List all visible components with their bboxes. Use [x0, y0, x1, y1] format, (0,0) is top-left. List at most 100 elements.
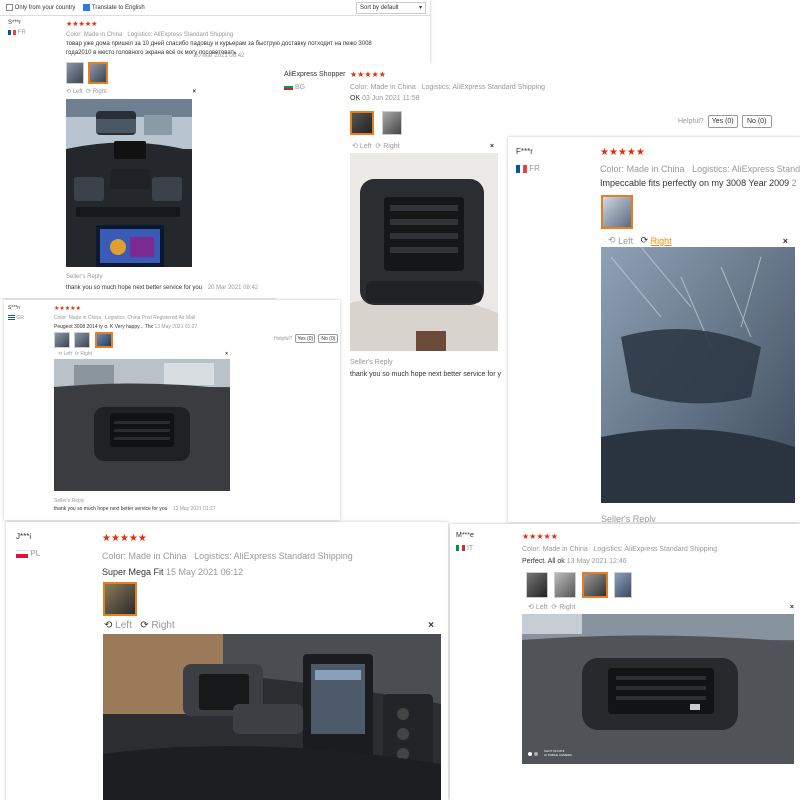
- close-icon[interactable]: ×: [428, 620, 434, 631]
- close-icon[interactable]: ×: [490, 143, 494, 150]
- color-value: Made in China: [626, 163, 685, 174]
- filter-bar: Only from your country Translate to Engl…: [0, 0, 430, 16]
- rotate-right-button[interactable]: Right: [80, 351, 92, 357]
- review-thumbnail-selected[interactable]: [88, 62, 109, 84]
- review-date: 13 May 2021 01:27: [154, 323, 198, 330]
- helpful-yes-button[interactable]: Yes (0): [295, 334, 316, 343]
- helpful-label: Helpful?: [678, 118, 704, 125]
- review-photo-car-console: [103, 634, 441, 800]
- rotate-right-icon[interactable]: ⟳: [140, 620, 148, 631]
- review-thumbnail[interactable]: [554, 572, 576, 598]
- logistics-label: Logistics:: [692, 163, 730, 174]
- seller-reply-text: thank you so much hope next better servi…: [350, 371, 501, 378]
- checkbox-icon: [6, 3, 13, 11]
- rating-stars: ★★★★★: [102, 533, 147, 544]
- seller-reply-text: thank you so much hope next better servi…: [54, 506, 168, 512]
- rotate-right-button[interactable]: Right: [651, 236, 672, 246]
- review-thumbnail[interactable]: [74, 332, 91, 348]
- review-thumbnail-selected[interactable]: [601, 195, 633, 229]
- review-thumbnail-selected[interactable]: [103, 582, 137, 616]
- flag-gr-icon: [8, 315, 15, 321]
- review-text: Super Mega Fit: [102, 567, 164, 578]
- reviewer-country: GR: [16, 315, 24, 321]
- reviewer-country: FR: [529, 164, 540, 173]
- color-label: Color:: [66, 31, 83, 38]
- rotate-left-button[interactable]: Left: [73, 89, 83, 95]
- review-thumbnail[interactable]: [54, 332, 70, 348]
- reviewer-name: S***r: [8, 20, 22, 26]
- flag-fr-icon: [516, 164, 527, 173]
- photo-viewer-toolbar: ⟲ Left ⟳ Right ×: [66, 88, 196, 96]
- logistics-value: AliExpress Standard Shipping: [233, 551, 353, 561]
- rotate-right-icon[interactable]: ⟳: [375, 142, 381, 150]
- rotate-left-button[interactable]: Left: [64, 351, 72, 357]
- close-icon[interactable]: ×: [790, 604, 794, 611]
- rotate-left-button[interactable]: Left: [536, 604, 548, 611]
- review-date: 2: [791, 178, 797, 189]
- photo-viewer-toolbar: ⟲ Left ⟳ Right ×: [104, 620, 434, 631]
- rotate-right-icon[interactable]: ⟳: [75, 351, 79, 357]
- rotate-left-icon[interactable]: ⟲: [58, 351, 62, 357]
- translate-checkbox[interactable]: Translate to English: [83, 3, 145, 11]
- only-country-label: Only from your country: [14, 5, 76, 12]
- rotate-left-icon[interactable]: ⟲: [104, 620, 112, 631]
- review-thumbnail[interactable]: [66, 62, 84, 84]
- close-icon[interactable]: ×: [192, 89, 196, 95]
- rotate-right-button[interactable]: Right: [151, 620, 174, 631]
- review-photo-dashboard-screen: [66, 99, 192, 267]
- rotate-right-button[interactable]: Right: [383, 143, 399, 150]
- review-panel-bottom-right: M***e IT ★★★★★ Color: Made in China Logi…: [450, 524, 800, 800]
- rotate-right-icon[interactable]: ⟳: [86, 88, 91, 95]
- seller-reply-date: 13 May 2021 01:27: [172, 506, 216, 512]
- helpful-label: Helpful?: [274, 335, 293, 342]
- rotate-left-button[interactable]: Left: [618, 236, 633, 246]
- helpful-no-button[interactable]: No (0): [741, 115, 772, 128]
- close-icon[interactable]: ×: [783, 236, 788, 246]
- seller-reply-label: Seller's Reply: [350, 359, 393, 366]
- review-thumbnail[interactable]: [382, 111, 403, 135]
- review-thumbnail-selected[interactable]: [94, 332, 113, 348]
- rotate-left-icon[interactable]: ⟲: [528, 603, 534, 611]
- photo-viewer-toolbar: ⟲ Left ⟳ Right ×: [528, 603, 794, 612]
- review-thumbnail[interactable]: [526, 572, 548, 598]
- seller-reply-label: Seller's Reply: [54, 498, 85, 504]
- review-thumbnail[interactable]: [614, 572, 632, 598]
- photo-viewer-toolbar: ⟲ Left ⟳ Right ×: [58, 351, 228, 357]
- seller-reply-date: 20 Mar 2021 08:42: [207, 285, 259, 291]
- photo-viewer-toolbar: ⟲ Left ⟳ Right ×: [608, 235, 788, 246]
- rating-stars: ★★★★★: [522, 532, 558, 541]
- review-text: Perfect. All ok: [522, 558, 565, 566]
- rotate-left-icon[interactable]: ⟲: [66, 88, 71, 95]
- rotate-left-icon[interactable]: ⟲: [352, 142, 358, 150]
- logistics-value: China Post Registered Air Mail: [127, 315, 196, 322]
- helpful-no-button[interactable]: No (0): [318, 334, 339, 343]
- rotate-right-button[interactable]: Right: [559, 604, 575, 611]
- review-thumbnail-selected[interactable]: [582, 572, 608, 598]
- rotate-right-icon[interactable]: ⟳: [641, 235, 649, 246]
- review-photo-dashboard-tray: [54, 359, 230, 491]
- rotate-right-button[interactable]: Right: [93, 89, 107, 95]
- review-panel-middle-left: S***n GR ★★★★★ Color: Made in China Logi…: [4, 300, 340, 520]
- helpful-yes-button[interactable]: Yes (0): [707, 115, 738, 128]
- checkbox-checked-icon: [83, 3, 91, 11]
- rotate-right-icon[interactable]: ⟳: [551, 603, 557, 611]
- sort-select[interactable]: Sort by default ▾: [356, 1, 426, 14]
- review-text: Impeccable fits perfectly on my 3008 Yea…: [600, 178, 790, 189]
- reviewer-country: IT: [466, 545, 474, 552]
- review-thumbnail-selected[interactable]: [350, 111, 374, 135]
- photo-viewer-toolbar: ⟲ Left ⟳ Right ×: [352, 142, 494, 151]
- rotate-left-icon[interactable]: ⟲: [608, 235, 616, 246]
- flag-fr-icon: [8, 30, 16, 35]
- close-icon[interactable]: ×: [225, 351, 228, 357]
- reviewer-country: PL: [30, 549, 41, 558]
- review-photo-product-tray: [350, 153, 498, 351]
- only-country-checkbox[interactable]: Only from your country: [6, 3, 76, 12]
- reviewer-name: J***i: [16, 532, 32, 541]
- rotate-left-button[interactable]: Left: [115, 620, 132, 631]
- rating-stars: ★★★★★: [66, 21, 98, 28]
- review-date: 03 Jun 2021 11:58: [362, 94, 420, 102]
- review-photo-dashboard-tray-closeup: SHOT ON MI 8 AI TRIPLE CAMERA: [522, 614, 794, 764]
- rotate-left-button[interactable]: Left: [360, 143, 372, 150]
- flag-bg-icon: [284, 84, 293, 91]
- review-date: 20 Mar 2021 08:42: [194, 53, 245, 59]
